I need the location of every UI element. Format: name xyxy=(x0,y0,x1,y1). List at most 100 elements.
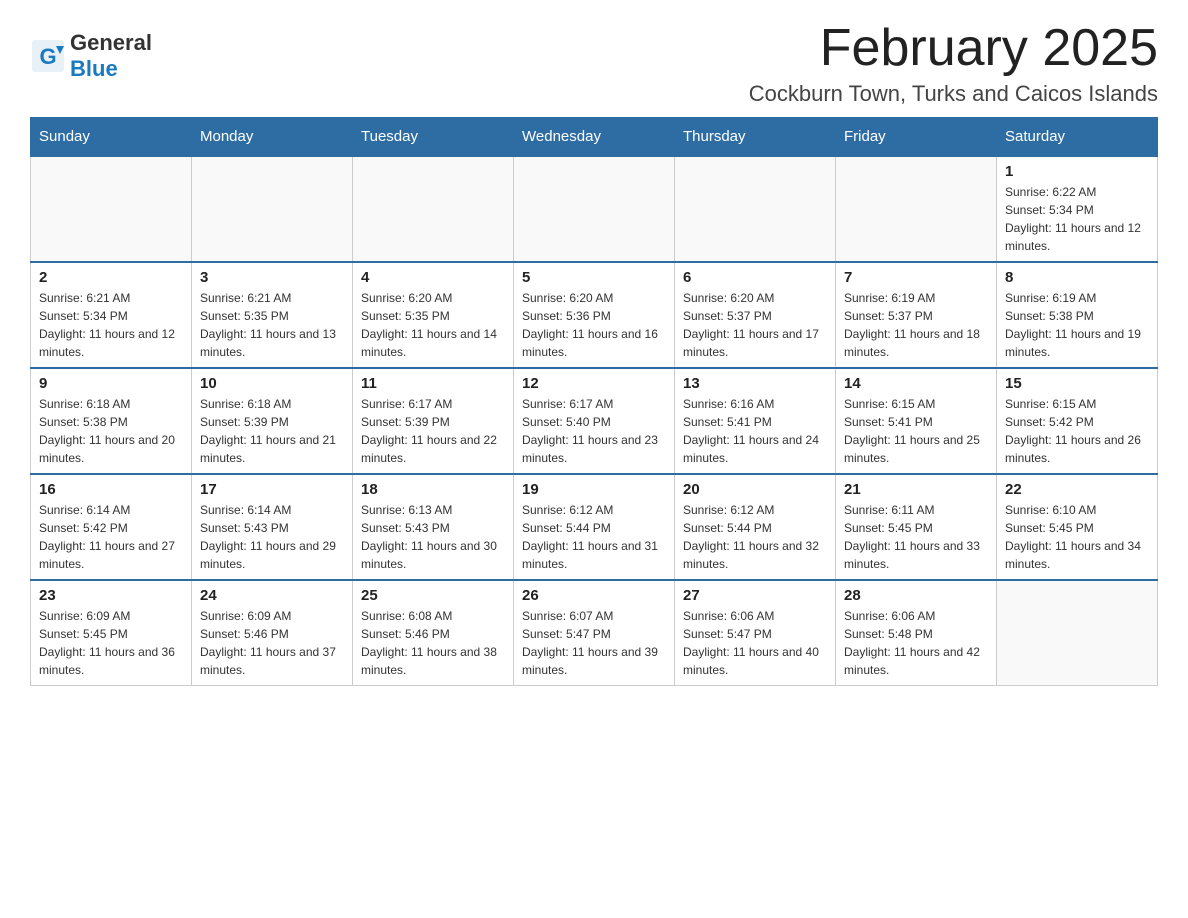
day-info: Sunrise: 6:13 AMSunset: 5:43 PMDaylight:… xyxy=(361,501,505,573)
title-section: February 2025 Cockburn Town, Turks and C… xyxy=(749,20,1158,107)
day-cell: 10 Sunrise: 6:18 AMSunset: 5:39 PMDayligh… xyxy=(192,368,353,474)
day-cell: 27 Sunrise: 6:06 AMSunset: 5:47 PMDayligh… xyxy=(675,580,836,686)
day-number: 20 xyxy=(683,481,827,498)
day-number: 12 xyxy=(522,375,666,392)
day-cell xyxy=(675,156,836,262)
day-number: 22 xyxy=(1005,481,1149,498)
day-number: 17 xyxy=(200,481,344,498)
day-number: 23 xyxy=(39,587,183,604)
day-info: Sunrise: 6:07 AMSunset: 5:47 PMDaylight:… xyxy=(522,607,666,679)
day-cell: 6 Sunrise: 6:20 AMSunset: 5:37 PMDaylight… xyxy=(675,262,836,368)
day-cell: 24 Sunrise: 6:09 AMSunset: 5:46 PMDayligh… xyxy=(192,580,353,686)
day-info: Sunrise: 6:18 AMSunset: 5:39 PMDaylight:… xyxy=(200,395,344,467)
day-number: 10 xyxy=(200,375,344,392)
day-info: Sunrise: 6:19 AMSunset: 5:37 PMDaylight:… xyxy=(844,289,988,361)
week-row-3: 9Sunrise: 6:18 AMSunset: 5:38 PMDaylight… xyxy=(31,368,1158,474)
logo: G General Blue xyxy=(30,30,152,82)
calendar-table: SundayMondayTuesdayWednesdayThursdayFrid… xyxy=(30,117,1158,686)
day-cell: 16Sunrise: 6:14 AMSunset: 5:42 PMDayligh… xyxy=(31,474,192,580)
day-info: Sunrise: 6:17 AMSunset: 5:39 PMDaylight:… xyxy=(361,395,505,467)
week-row-2: 2 Sunrise: 6:21 AMSunset: 5:34 PMDaylight… xyxy=(31,262,1158,368)
header-row: SundayMondayTuesdayWednesdayThursdayFrid… xyxy=(31,118,1158,157)
day-info: Sunrise: 6:20 AMSunset: 5:36 PMDaylight:… xyxy=(522,289,666,361)
day-number: 26 xyxy=(522,587,666,604)
day-number: 2 xyxy=(39,269,183,286)
day-number: 3 xyxy=(200,269,344,286)
day-number: 9 xyxy=(39,375,183,392)
day-cell: 14 Sunrise: 6:15 AMSunset: 5:41 PMDayligh… xyxy=(836,368,997,474)
day-info: Sunrise: 6:20 AMSunset: 5:37 PMDaylight:… xyxy=(683,289,827,361)
day-info: Sunrise: 6:16 AMSunset: 5:41 PMDaylight:… xyxy=(683,395,827,467)
day-cell: 5 Sunrise: 6:20 AMSunset: 5:36 PMDaylight… xyxy=(514,262,675,368)
day-number: 8 xyxy=(1005,269,1149,286)
day-info: Sunrise: 6:21 AMSunset: 5:34 PMDaylight:… xyxy=(39,289,183,361)
week-row-4: 16Sunrise: 6:14 AMSunset: 5:42 PMDayligh… xyxy=(31,474,1158,580)
day-cell: 2 Sunrise: 6:21 AMSunset: 5:34 PMDaylight… xyxy=(31,262,192,368)
day-number: 24 xyxy=(200,587,344,604)
day-number: 25 xyxy=(361,587,505,604)
day-cell xyxy=(514,156,675,262)
col-header-saturday: Saturday xyxy=(997,118,1158,157)
day-cell xyxy=(353,156,514,262)
day-info: Sunrise: 6:15 AMSunset: 5:42 PMDaylight:… xyxy=(1005,395,1149,467)
col-header-thursday: Thursday xyxy=(675,118,836,157)
day-cell: 13 Sunrise: 6:16 AMSunset: 5:41 PMDayligh… xyxy=(675,368,836,474)
svg-text:G: G xyxy=(39,44,56,69)
col-header-tuesday: Tuesday xyxy=(353,118,514,157)
col-header-friday: Friday xyxy=(836,118,997,157)
day-info: Sunrise: 6:19 AMSunset: 5:38 PMDaylight:… xyxy=(1005,289,1149,361)
day-cell: 15 Sunrise: 6:15 AMSunset: 5:42 PMDayligh… xyxy=(997,368,1158,474)
month-title: February 2025 xyxy=(749,20,1158,77)
day-info: Sunrise: 6:22 AMSunset: 5:34 PMDaylight:… xyxy=(1005,183,1149,255)
day-cell: 28 Sunrise: 6:06 AMSunset: 5:48 PMDayligh… xyxy=(836,580,997,686)
day-info: Sunrise: 6:14 AMSunset: 5:42 PMDaylight:… xyxy=(39,501,183,573)
day-info: Sunrise: 6:21 AMSunset: 5:35 PMDaylight:… xyxy=(200,289,344,361)
day-number: 4 xyxy=(361,269,505,286)
day-info: Sunrise: 6:15 AMSunset: 5:41 PMDaylight:… xyxy=(844,395,988,467)
day-number: 11 xyxy=(361,375,505,392)
day-info: Sunrise: 6:06 AMSunset: 5:47 PMDaylight:… xyxy=(683,607,827,679)
day-cell: 7 Sunrise: 6:19 AMSunset: 5:37 PMDaylight… xyxy=(836,262,997,368)
day-info: Sunrise: 6:10 AMSunset: 5:45 PMDaylight:… xyxy=(1005,501,1149,573)
day-number: 14 xyxy=(844,375,988,392)
col-header-sunday: Sunday xyxy=(31,118,192,157)
day-cell: 9Sunrise: 6:18 AMSunset: 5:38 PMDaylight… xyxy=(31,368,192,474)
page-header: G General Blue February 2025 Cockburn To… xyxy=(30,20,1158,107)
day-cell: 12Sunrise: 6:17 AMSunset: 5:40 PMDayligh… xyxy=(514,368,675,474)
day-cell: 20 Sunrise: 6:12 AMSunset: 5:44 PMDayligh… xyxy=(675,474,836,580)
day-cell: 11 Sunrise: 6:17 AMSunset: 5:39 PMDayligh… xyxy=(353,368,514,474)
day-info: Sunrise: 6:12 AMSunset: 5:44 PMDaylight:… xyxy=(522,501,666,573)
day-number: 13 xyxy=(683,375,827,392)
day-cell xyxy=(997,580,1158,686)
day-cell: 4 Sunrise: 6:20 AMSunset: 5:35 PMDaylight… xyxy=(353,262,514,368)
location-title: Cockburn Town, Turks and Caicos Islands xyxy=(749,81,1158,107)
day-cell xyxy=(836,156,997,262)
logo-icon: G xyxy=(30,38,66,74)
day-number: 1 xyxy=(1005,163,1149,180)
day-number: 15 xyxy=(1005,375,1149,392)
day-number: 21 xyxy=(844,481,988,498)
week-row-1: 1 Sunrise: 6:22 AMSunset: 5:34 PMDaylight… xyxy=(31,156,1158,262)
day-number: 19 xyxy=(522,481,666,498)
day-info: Sunrise: 6:12 AMSunset: 5:44 PMDaylight:… xyxy=(683,501,827,573)
day-info: Sunrise: 6:14 AMSunset: 5:43 PMDaylight:… xyxy=(200,501,344,573)
day-number: 6 xyxy=(683,269,827,286)
day-number: 5 xyxy=(522,269,666,286)
logo-general-text: General xyxy=(70,30,152,55)
day-cell xyxy=(192,156,353,262)
day-number: 27 xyxy=(683,587,827,604)
day-info: Sunrise: 6:20 AMSunset: 5:35 PMDaylight:… xyxy=(361,289,505,361)
day-cell: 26 Sunrise: 6:07 AMSunset: 5:47 PMDayligh… xyxy=(514,580,675,686)
logo-blue-text: Blue xyxy=(70,56,118,81)
day-number: 7 xyxy=(844,269,988,286)
day-cell: 19 Sunrise: 6:12 AMSunset: 5:44 PMDayligh… xyxy=(514,474,675,580)
col-header-wednesday: Wednesday xyxy=(514,118,675,157)
day-cell: 8 Sunrise: 6:19 AMSunset: 5:38 PMDaylight… xyxy=(997,262,1158,368)
day-cell: 23Sunrise: 6:09 AMSunset: 5:45 PMDayligh… xyxy=(31,580,192,686)
day-cell: 1 Sunrise: 6:22 AMSunset: 5:34 PMDaylight… xyxy=(997,156,1158,262)
day-info: Sunrise: 6:06 AMSunset: 5:48 PMDaylight:… xyxy=(844,607,988,679)
day-number: 28 xyxy=(844,587,988,604)
day-info: Sunrise: 6:09 AMSunset: 5:46 PMDaylight:… xyxy=(200,607,344,679)
day-info: Sunrise: 6:08 AMSunset: 5:46 PMDaylight:… xyxy=(361,607,505,679)
day-cell: 3 Sunrise: 6:21 AMSunset: 5:35 PMDaylight… xyxy=(192,262,353,368)
